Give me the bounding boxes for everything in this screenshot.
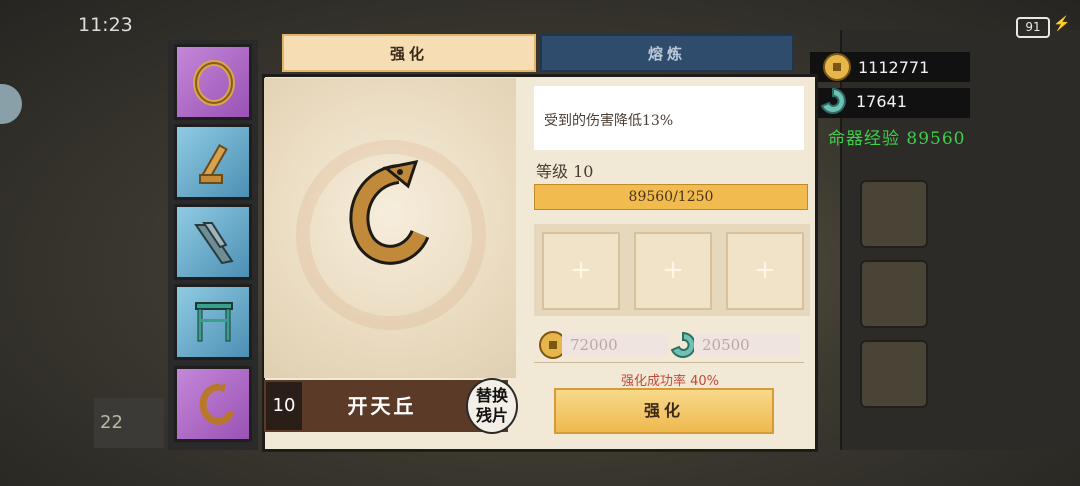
divider — [534, 362, 804, 363]
item-level-number: 10 — [266, 382, 302, 430]
blades-icon — [194, 222, 234, 265]
slot-hook-selected[interactable] — [174, 366, 252, 442]
success-rate: 强化成功率 40% — [620, 374, 720, 389]
background-slot — [860, 180, 928, 248]
item-description: 受到的伤害降低13% — [534, 86, 804, 150]
replace-fragment-button[interactable]: 替换 残片 — [466, 378, 518, 434]
material-slot-1[interactable]: + — [542, 232, 620, 310]
tab-enhance[interactable]: 强化 — [282, 34, 536, 72]
hook-icon — [199, 383, 234, 425]
background-slot — [860, 260, 928, 328]
slot-gate[interactable] — [174, 284, 252, 360]
background-side-button — [0, 84, 22, 124]
coin-cost: 72000 — [562, 334, 668, 356]
gate-icon — [195, 302, 233, 342]
slot-dagger[interactable] — [174, 124, 252, 200]
battery-icon: 91 — [1016, 17, 1050, 38]
enhance-button[interactable]: 强化 — [554, 388, 774, 434]
exp-progress-bar: 89560/1250 — [534, 184, 808, 210]
tab-smelt[interactable]: 熔炼 — [540, 34, 794, 72]
coin-icon — [823, 53, 851, 81]
jade-icon — [820, 87, 846, 114]
weapon-exp-text: 命器经验 89560 — [828, 129, 966, 149]
slot-ring[interactable] — [174, 44, 252, 120]
replace-label-line1: 替换 — [475, 386, 508, 405]
item-name: 开天丘 — [347, 394, 417, 418]
jade-amount: 17641 — [856, 92, 907, 111]
slot-blades[interactable] — [174, 204, 252, 280]
material-slot-2[interactable]: + — [634, 232, 712, 310]
item-level: 等级 10 — [536, 162, 594, 181]
charging-icon: ⚡ — [1053, 16, 1071, 32]
item-hook-icon — [349, 160, 430, 265]
ring-icon — [193, 60, 235, 106]
background-left-number: 22 — [94, 398, 164, 448]
material-slot-3[interactable]: + — [726, 232, 804, 310]
coins-amount: 1112771 — [858, 58, 930, 77]
background-slot — [860, 340, 928, 408]
dagger-hilt-icon — [199, 144, 228, 184]
jade-cost: 20500 — [694, 334, 800, 356]
replace-label-line2: 残片 — [475, 406, 508, 425]
status-time: 11:23 — [78, 14, 133, 36]
